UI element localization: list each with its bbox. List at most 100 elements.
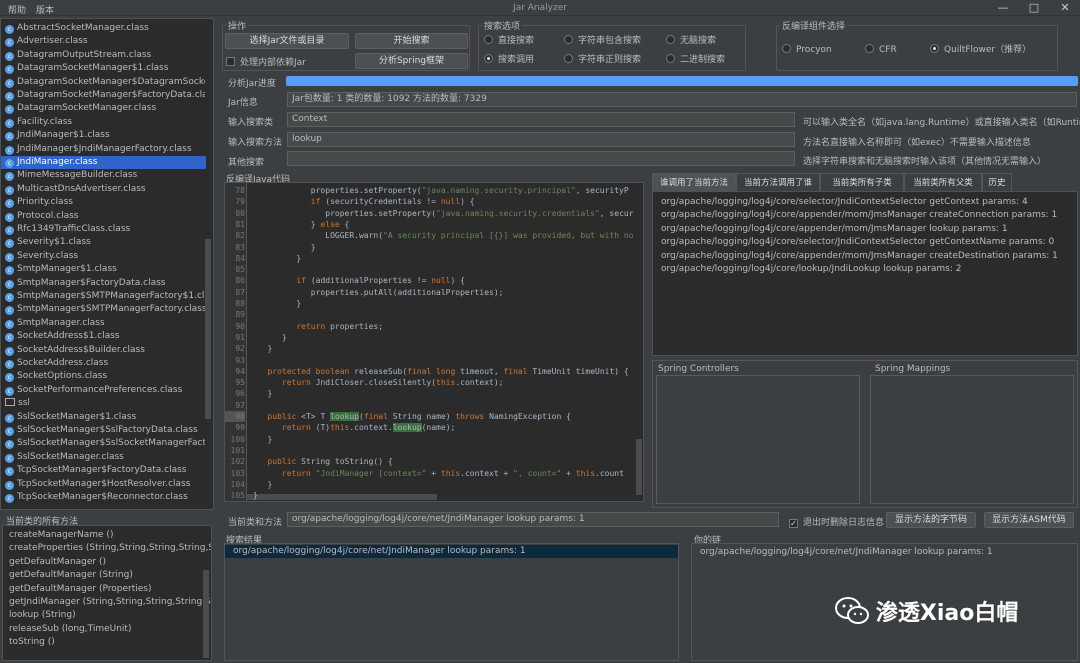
tree-item[interactable]: c JndiManager$1.class (5, 129, 205, 142)
code-editor[interactable]: 78 79 80 81 82 83 84 85 86 87 88 89 90 91 92 93 94 95 96 97… (224, 182, 644, 502)
tree-item[interactable]: c SocketAddress$Builder.class (5, 344, 205, 357)
select-jar-button[interactable]: 选择Jar文件或目录 (225, 33, 349, 49)
tree-item[interactable]: c SslSocketManager$SslFactoryData.class (5, 424, 205, 437)
checkbox-checked-icon[interactable]: ✓ (789, 519, 798, 528)
tree-item[interactable]: c Protocol.class (5, 210, 205, 223)
results-list[interactable]: org/apache/logging/log4j/core/net/JndiMa… (224, 543, 679, 661)
code-hscrollbar[interactable] (247, 494, 437, 500)
tree-item[interactable]: c SocketOptions.class (5, 370, 205, 383)
tree-item[interactable]: c TcpSocketManager$FactoryData.class (5, 464, 205, 477)
method-item[interactable]: getDefaultManager (String) (9, 569, 133, 582)
checkbox-icon[interactable] (226, 57, 235, 66)
tab-4[interactable]: 历史 (982, 173, 1012, 191)
radio-icon[interactable] (564, 35, 573, 44)
tab-0[interactable]: 谁调用了当前方法 (652, 173, 736, 191)
tree-item[interactable]: c DatagramSocketManager$1.class (5, 62, 205, 75)
tree-item[interactable]: c TcpSocketManager$HostResolver.class (5, 478, 205, 491)
radio-icon[interactable] (484, 54, 493, 63)
tab-3[interactable]: 当前类所有父类 (904, 173, 982, 191)
close-icon[interactable]: ✕ (1050, 1, 1080, 15)
search-option-radio[interactable]: 直接搜索 (484, 35, 534, 47)
start-search-button[interactable]: 开始搜索 (355, 33, 468, 49)
tree-item[interactable]: c JndiManager$JndiManagerFactory.class (5, 143, 205, 156)
delete-log-checkbox[interactable]: ✓ 退出时删除日志信息 (789, 515, 884, 528)
tree-item[interactable]: c MulticastDnsAdvertiser.class (5, 183, 205, 196)
tree-item[interactable]: c SmtpManager$1.class (5, 263, 205, 276)
tree-item[interactable]: c DatagramSocketManager$FactoryData.class (5, 89, 205, 102)
tree-item[interactable]: c DatagramOutputStream.class (5, 49, 205, 62)
show-asm-button[interactable]: 显示方法ASM代码 (984, 512, 1074, 528)
search-option-radio[interactable]: 二进制搜索 (666, 54, 725, 66)
inner-jar-checkbox[interactable]: 处理内部依赖Jar (226, 55, 306, 68)
tree-item[interactable]: c SslSocketManager$SslSocketManagerFactor… (5, 437, 205, 450)
decompiler-radio[interactable]: Procyon (782, 44, 832, 56)
decompiler-radio[interactable]: CFR (865, 44, 897, 56)
tree-item[interactable]: c Severity.class (5, 250, 205, 263)
tree-item[interactable]: c SslSocketManager.class (5, 451, 205, 464)
radio-icon[interactable] (865, 44, 874, 53)
search-option-radio[interactable]: 字符串包含搜索 (564, 35, 641, 47)
tree-item[interactable]: c JndiManager.class (1, 156, 206, 169)
methods-list[interactable]: createManagerName () createProperties (St… (2, 525, 212, 661)
results-item[interactable]: org/apache/logging/log4j/core/net/JndiMa… (225, 545, 678, 558)
maximize-icon[interactable]: □ (1019, 1, 1049, 15)
search-option-radio[interactable]: 搜索调用 (484, 54, 534, 66)
caller-item[interactable]: org/apache/logging/log4j/core/appender/m… (661, 223, 1008, 236)
analyze-spring-button[interactable]: 分析Spring框架 (355, 53, 468, 69)
radio-icon[interactable] (930, 44, 939, 53)
search-method-input[interactable]: lookup (287, 132, 795, 147)
chain-item[interactable]: org/apache/logging/log4j/core/net/JndiMa… (700, 547, 993, 557)
method-item[interactable]: getJndiManager (String,String,String,Str… (9, 596, 211, 609)
search-class-input[interactable]: Context (287, 112, 795, 127)
method-item[interactable]: createProperties (String,String,String,S… (9, 542, 211, 555)
tab-1[interactable]: 当前方法调用了谁 (736, 173, 820, 191)
tab-2[interactable]: 当前类所有子类 (820, 173, 904, 191)
method-item[interactable]: getDefaultManager () (9, 556, 106, 569)
tree-item[interactable]: c Priority.class (5, 196, 205, 209)
spring-mappings-list[interactable] (870, 375, 1074, 504)
tree-item[interactable]: c MimeMessageBuilder.class (5, 169, 205, 182)
show-bytecode-button[interactable]: 显示方法的字节码 (886, 512, 976, 528)
method-item[interactable]: getDefaultManager (Properties) (9, 583, 151, 596)
caller-item[interactable]: org/apache/logging/log4j/core/selector/J… (661, 236, 1054, 249)
decompiler-radio[interactable]: QuiltFlower（推荐） (930, 44, 1031, 56)
method-item[interactable]: createManagerName () (9, 529, 113, 542)
other-search-input[interactable] (287, 151, 795, 166)
tree-item[interactable]: c AbstractSocketManager.class (5, 22, 205, 35)
radio-icon[interactable] (782, 44, 791, 53)
minimize-icon[interactable]: — (988, 1, 1018, 15)
radio-icon[interactable] (564, 54, 573, 63)
radio-icon[interactable] (666, 35, 675, 44)
radio-icon[interactable] (484, 35, 493, 44)
tree-item[interactable]: c SocketPerformancePreferences.class (5, 384, 205, 397)
caller-item[interactable]: org/apache/logging/log4j/core/selector/J… (661, 196, 1028, 209)
tree-item[interactable]: c Facility.class (5, 116, 205, 129)
tree-item[interactable]: c DatagramSocketManager$DatagramSocketM (5, 76, 205, 89)
method-item[interactable]: releaseSub (long,TimeUnit) (9, 623, 131, 636)
tree-scrollbar[interactable] (205, 239, 211, 419)
caller-item[interactable]: org/apache/logging/log4j/core/lookup/Jnd… (661, 263, 961, 276)
search-option-radio[interactable]: 无脑搜索 (666, 35, 716, 47)
tree-item[interactable]: c SslSocketManager$1.class (5, 411, 205, 424)
search-option-radio[interactable]: 字符串正则搜索 (564, 54, 641, 66)
tree-item[interactable]: c SmtpManager$FactoryData.class (5, 277, 205, 290)
tree-item[interactable]: c SocketAddress.class (5, 357, 205, 370)
methods-scrollbar[interactable] (203, 570, 209, 658)
class-tree[interactable]: c AbstractSocketManager.class c Advertiser.… (0, 18, 214, 510)
tree-item[interactable]: c SmtpManager$SMTPManagerFactory$1.class (5, 290, 205, 303)
caller-item[interactable]: org/apache/logging/log4j/core/appender/m… (661, 209, 1057, 222)
tree-item[interactable]: c TcpSocketManager$Reconnector.class (5, 491, 205, 504)
tree-item[interactable]: c Advertiser.class (5, 35, 205, 48)
code-scrollbar[interactable] (636, 439, 642, 495)
tree-item[interactable]: c Severity$1.class (5, 236, 205, 249)
spring-controllers-list[interactable] (656, 375, 860, 504)
caller-item[interactable]: org/apache/logging/log4j/core/appender/m… (661, 250, 1058, 263)
method-item[interactable]: lookup (String) (9, 609, 76, 622)
tree-item[interactable]: c SmtpManager.class (5, 317, 205, 330)
method-item[interactable]: toString () (9, 636, 55, 649)
tree-item[interactable]: c DatagramSocketManager.class (5, 102, 205, 115)
tree-item[interactable]: c SocketAddress$1.class (5, 330, 205, 343)
tree-item[interactable]: ssl (5, 397, 205, 410)
tree-item[interactable]: c Rfc1349TrafficClass.class (5, 223, 205, 236)
radio-icon[interactable] (666, 54, 675, 63)
